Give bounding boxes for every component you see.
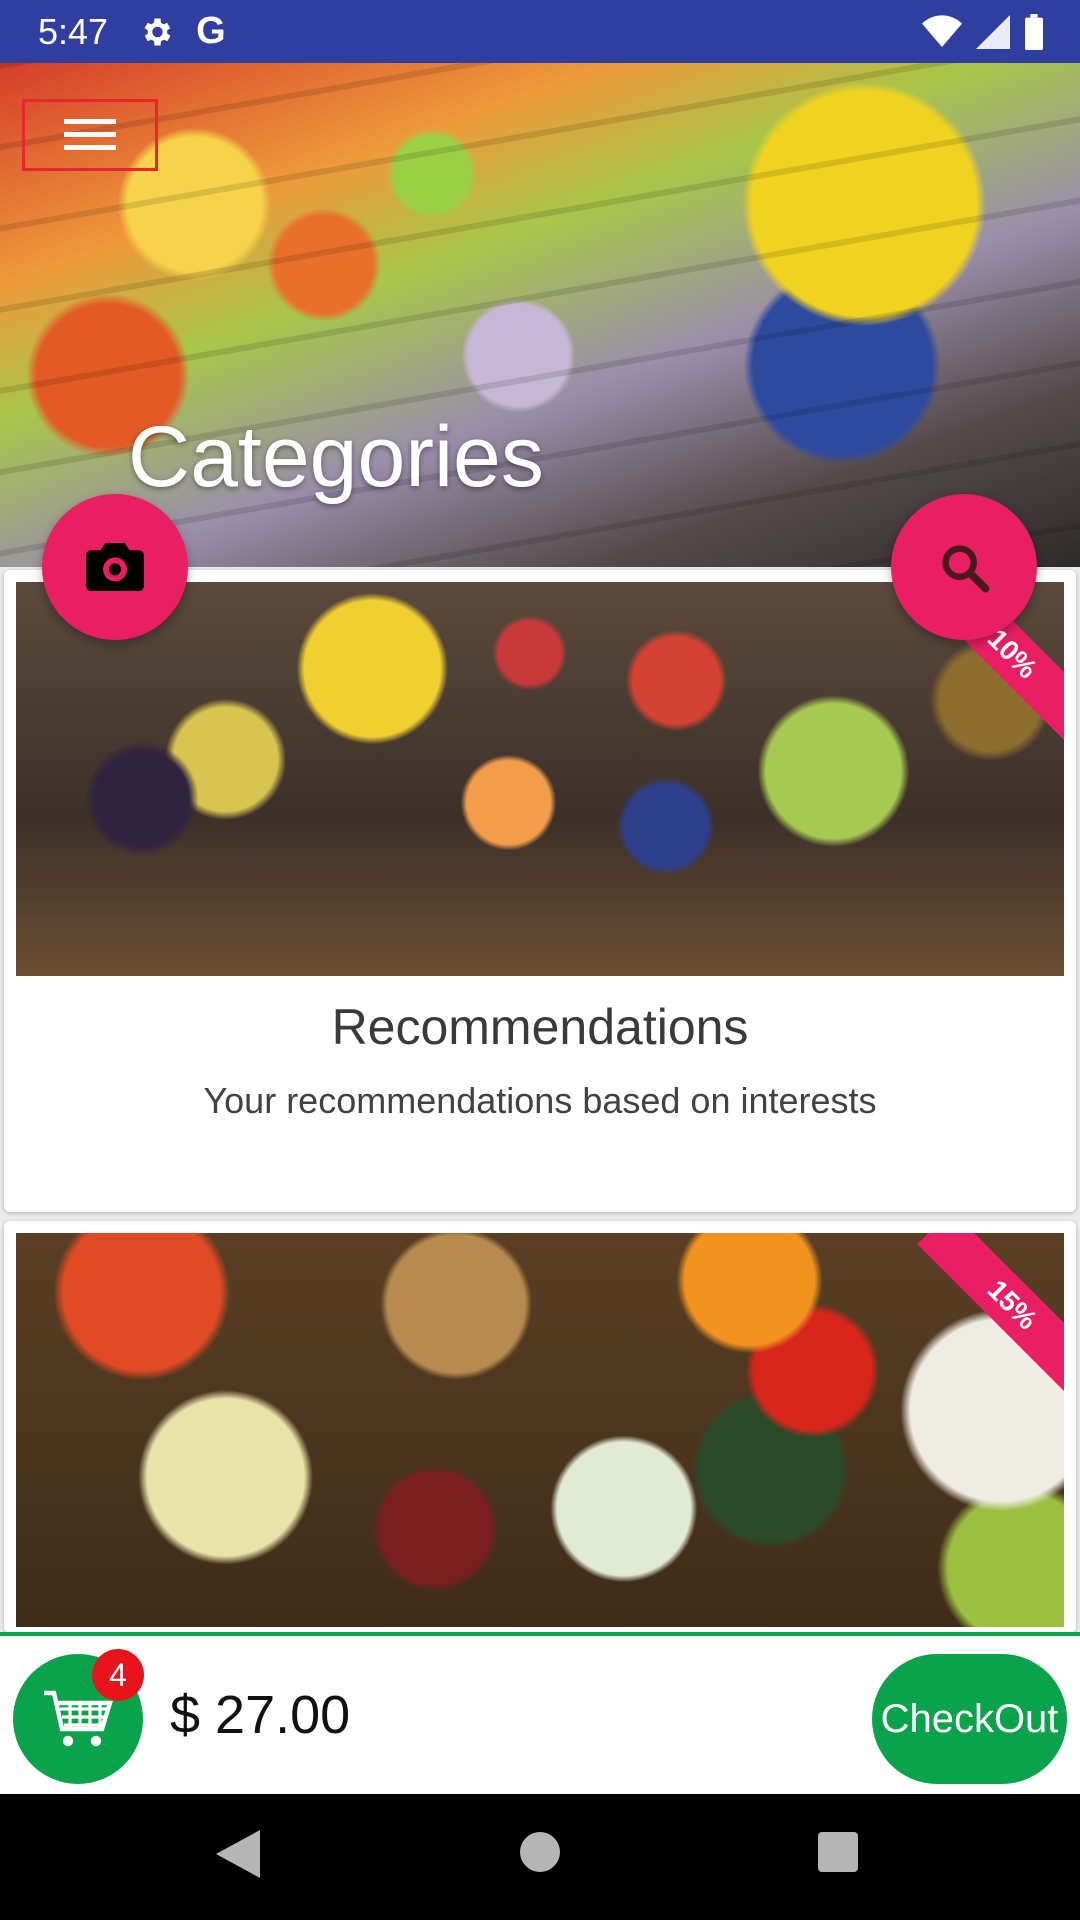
fruit-image: 10% [16, 582, 1064, 976]
back-icon[interactable] [216, 1830, 260, 1878]
vegetable-image: 15% [16, 1233, 1064, 1627]
status-indicators [922, 14, 1044, 50]
gear-icon [144, 18, 171, 45]
camera-icon [86, 543, 144, 591]
status-time: 5:47 [38, 10, 109, 52]
category-card-vegetables[interactable]: 15% [4, 1221, 1076, 1633]
system-nav-bar [0, 1794, 1080, 1920]
header-banner-image: Categories [0, 63, 1080, 567]
menu-button[interactable] [22, 99, 158, 171]
recents-icon[interactable] [818, 1832, 858, 1872]
card-subtitle: Your recommendations based on interests [203, 1080, 877, 1121]
hamburger-menu-icon [64, 119, 116, 150]
discount-ribbon: 15% [917, 1233, 1064, 1400]
wifi-icon [922, 15, 962, 47]
card-title: Recommendations [331, 999, 749, 1055]
category-card-recommendations[interactable]: 10% Recommendations Your recommendations… [4, 570, 1076, 1212]
google-icon: G [196, 10, 226, 52]
signal-icon [976, 15, 1010, 49]
status-bar: 5:47 G [0, 0, 1080, 63]
cart-bar: 4 $ 27.00 CheckOut [0, 1632, 1080, 1794]
home-icon[interactable] [520, 1832, 560, 1872]
search-button[interactable] [891, 494, 1037, 640]
search-icon [942, 545, 990, 593]
checkout-button[interactable]: CheckOut [872, 1654, 1067, 1784]
camera-button[interactable] [42, 494, 188, 640]
cart-total: $ 27.00 [170, 1685, 351, 1745]
page-title: Categories [128, 409, 544, 505]
battery-icon [1025, 14, 1043, 50]
cart-count-badge: 4 [92, 1649, 144, 1701]
